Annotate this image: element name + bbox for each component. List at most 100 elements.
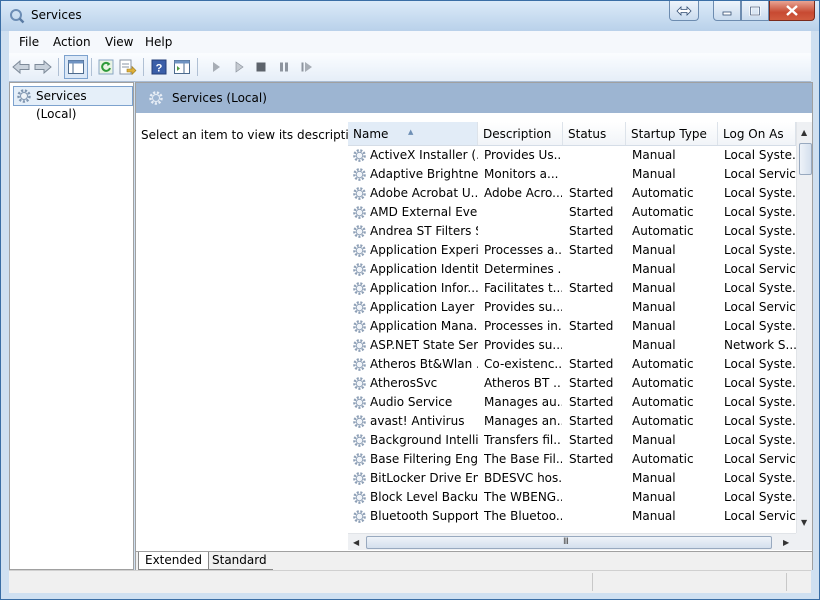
tab-standard[interactable]: Standard — [206, 552, 273, 570]
show-action-pane-button[interactable] — [172, 57, 192, 77]
column-header-log-on-as[interactable]: Log On As — [718, 122, 796, 145]
gear-icon — [149, 91, 163, 105]
console-tree-icon — [68, 60, 84, 74]
pause-service-button[interactable] — [274, 57, 294, 77]
service-gear-icon — [353, 282, 366, 295]
maximize-button[interactable] — [741, 1, 769, 21]
service-gear-icon — [353, 434, 366, 447]
service-row[interactable]: Application Layer ... Provides su... Manua… — [348, 298, 796, 317]
column-header-status[interactable]: Status — [563, 122, 626, 145]
service-row[interactable]: AMD External Eve... Started Automatic Local… — [348, 203, 796, 222]
forward-arrow-icon — [34, 59, 52, 75]
back-button[interactable] — [11, 57, 31, 77]
tree-item-label: Services (Local) — [36, 89, 87, 121]
maximize-icon — [749, 5, 761, 16]
stop-service-button[interactable] — [251, 57, 271, 77]
horizontal-scroll-thumb[interactable]: III — [366, 536, 772, 549]
sort-ascending-icon: ▲ — [408, 128, 414, 136]
menu-help[interactable]: Help — [145, 35, 172, 49]
service-row[interactable]: AtherosSvc Atheros BT ... Started Automatic… — [348, 374, 796, 393]
scroll-down-arrow-icon[interactable]: ▼ — [801, 518, 807, 527]
close-icon — [786, 5, 798, 16]
service-name: Block Level Backu... — [370, 490, 478, 504]
show-hide-console-tree-button[interactable] — [64, 55, 88, 79]
export-list-button[interactable] — [118, 57, 138, 77]
scroll-grip: III — [563, 537, 569, 547]
help-button[interactable]: ? — [149, 57, 169, 77]
horizontal-scrollbar[interactable]: ◀ III ▶ — [348, 533, 796, 550]
service-log-on-as: Local Syste... — [724, 205, 796, 219]
service-startup-type: Automatic — [632, 376, 694, 390]
service-startup-type: Automatic — [632, 224, 694, 238]
tree-item-services-local[interactable]: Services (Local) — [13, 86, 133, 121]
service-startup-type: Automatic — [632, 395, 694, 409]
scroll-right-arrow-icon[interactable]: ▶ — [783, 538, 789, 547]
service-row[interactable]: Application Mana... Processes in... Starte… — [348, 317, 796, 336]
scroll-up-arrow-icon[interactable]: ▲ — [801, 128, 807, 137]
service-name: Application Mana... — [370, 319, 478, 333]
service-status: Started — [569, 357, 614, 371]
column-header-description[interactable]: Description — [478, 122, 563, 145]
scroll-left-arrow-icon[interactable]: ◀ — [353, 538, 359, 547]
service-gear-icon — [353, 377, 366, 390]
service-gear-icon — [353, 491, 366, 504]
service-gear-icon — [353, 339, 366, 352]
toolbar: ? — [9, 53, 811, 82]
menu-action[interactable]: Action — [53, 35, 91, 49]
service-row[interactable]: Adobe Acrobat U... Adobe Acro... Started Au… — [348, 184, 796, 203]
service-row[interactable]: Block Level Backu... The WBENG... Manual Lo… — [348, 488, 796, 507]
vertical-scrollbar[interactable]: ▲ ▼ — [796, 122, 812, 533]
service-row[interactable]: Audio Service Manages au... Started Automat… — [348, 393, 796, 412]
service-row[interactable]: ActiveX Installer (... Provides Us... Manu… — [348, 146, 796, 165]
play-icon — [213, 62, 220, 72]
start-service-button[interactable] — [206, 57, 226, 77]
service-row[interactable]: Application Identity Determines ... Manual… — [348, 260, 796, 279]
forward-button[interactable] — [33, 57, 53, 77]
service-log-on-as: Local Syste... — [724, 471, 796, 485]
service-status: Started — [569, 452, 614, 466]
service-log-on-as: Local Syste... — [724, 490, 796, 504]
service-row[interactable]: BitLocker Drive En... BDESVC hos... Manual… — [348, 469, 796, 488]
service-gear-icon — [353, 206, 366, 219]
service-row[interactable]: ASP.NET State Ser... Provides su... Manual… — [348, 336, 796, 355]
service-row[interactable]: Adaptive Brightness Monitors a... Manual Lo… — [348, 165, 796, 184]
vertical-scroll-thumb[interactable] — [799, 143, 812, 175]
service-row[interactable]: Background Intelli... Transfers fil... Sta… — [348, 431, 796, 450]
service-name: Application Infor... — [370, 281, 478, 295]
service-gear-icon — [353, 472, 366, 485]
service-name: AMD External Eve... — [370, 205, 478, 219]
snap-restore-button[interactable] — [669, 1, 699, 21]
service-row[interactable]: avast! Antivirus Manages an... Started Auto… — [348, 412, 796, 431]
restart-service-button[interactable] — [297, 57, 317, 77]
menu-file[interactable]: File — [19, 35, 39, 49]
service-row[interactable]: Base Filtering Engi... The Base Fil... Sta… — [348, 450, 796, 469]
tab-extended[interactable]: Extended — [138, 552, 209, 570]
description-prompt: Select an item to view its description. — [141, 128, 368, 142]
close-button[interactable] — [769, 1, 815, 21]
service-description: Provides Us... — [484, 148, 562, 162]
service-gear-icon — [353, 225, 366, 238]
service-startup-type: Automatic — [632, 414, 694, 428]
service-row[interactable]: Application Experi... Processes a... Start… — [348, 241, 796, 260]
service-description: Transfers fil... — [484, 433, 562, 447]
column-header-startup-type[interactable]: Startup Type — [626, 122, 718, 145]
stop-icon — [256, 62, 266, 72]
service-status: Started — [569, 414, 614, 428]
service-gear-icon — [353, 320, 366, 333]
service-rows: ActiveX Installer (... Provides Us... Manu… — [348, 146, 796, 526]
start-service-alt-button[interactable] — [229, 57, 249, 77]
service-gear-icon — [353, 149, 366, 162]
service-row[interactable]: Bluetooth Support... The Bluetoo... Manual… — [348, 507, 796, 526]
service-row[interactable]: Andrea ST Filters S... Started Automatic Lo… — [348, 222, 796, 241]
refresh-button[interactable] — [96, 57, 116, 77]
action-pane-icon — [174, 60, 190, 74]
service-description: Determines ... — [484, 262, 562, 276]
service-row[interactable]: Application Infor... Facilitates t... Star… — [348, 279, 796, 298]
service-log-on-as: Local Service — [724, 300, 796, 314]
column-header-name[interactable]: ▲ Name — [348, 122, 478, 145]
service-row[interactable]: Atheros Bt&Wlan ... Co-existenc... Started… — [348, 355, 796, 374]
service-status: Started — [569, 395, 614, 409]
menu-view[interactable]: View — [105, 35, 133, 49]
minimize-button[interactable] — [713, 1, 741, 21]
title-bar[interactable]: Services — [1, 1, 819, 31]
